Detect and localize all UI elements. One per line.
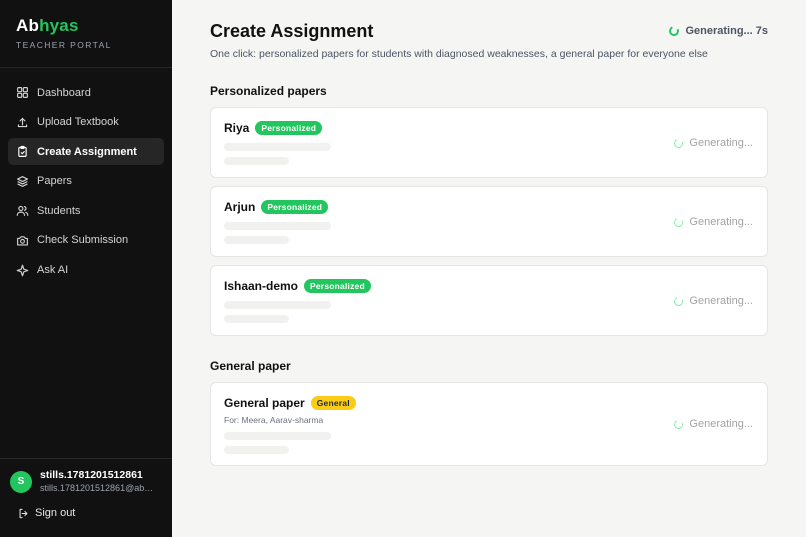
users-icon — [16, 206, 29, 217]
sidebar-item-upload-textbook[interactable]: Upload Textbook — [8, 109, 164, 136]
skeleton-line — [224, 315, 289, 323]
sidebar-item-papers[interactable]: Papers — [8, 168, 164, 195]
sidebar-item-label: Ask AI — [37, 264, 69, 277]
skeleton-line — [224, 157, 289, 165]
sidebar-item-label: Dashboard — [37, 86, 91, 99]
personalized-badge: Personalized — [304, 279, 371, 293]
card-status-text: Generating... — [689, 216, 753, 228]
paper-card-ishaan-demo[interactable]: Ishaan-demo Personalized Generating... — [210, 265, 768, 336]
recipients-text: For: Meera, Aarav-sharma — [224, 415, 324, 425]
upload-icon — [17, 117, 28, 127]
sidebar-item-create-assignment[interactable]: Create Assignment — [8, 138, 164, 166]
clipboard-icon — [18, 146, 27, 158]
card-status: Generating... — [673, 295, 753, 307]
user-email: stills.1781201512861@abhya... — [40, 483, 158, 493]
generation-status: Generating... 7s — [668, 24, 768, 38]
sign-out-label: Sign out — [35, 507, 76, 519]
spinner-icon — [673, 216, 685, 228]
student-name: Arjun — [224, 200, 256, 214]
sparkle-icon — [16, 264, 29, 276]
sidebar-item-label: Upload Textbook — [37, 116, 119, 129]
skeleton-line — [224, 143, 331, 151]
spinner-icon — [673, 295, 685, 307]
sign-out-icon — [19, 508, 28, 518]
paper-card-arjun[interactable]: Arjun Personalized Generating... — [210, 186, 768, 257]
card-status-text: Generating... — [689, 295, 753, 307]
student-name: Riya — [224, 121, 250, 135]
sidebar-item-check-submission[interactable]: Check Submission — [8, 227, 164, 254]
skeleton-line — [224, 236, 289, 244]
spinner-icon — [673, 137, 685, 149]
card-status: Generating... — [673, 137, 753, 149]
skeleton-line — [224, 222, 331, 230]
portal-label: TEACHER PORTAL — [16, 40, 112, 50]
skeleton-line — [224, 432, 331, 440]
avatar: S — [10, 470, 32, 493]
user-profile[interactable]: S stills.1781201512861 stills.1781201512… — [0, 459, 172, 494]
paper-card-general[interactable]: General paper General For: Meera, Aarav-… — [210, 382, 768, 466]
sidebar-item-label: Students — [37, 204, 81, 217]
logo[interactable]: Abhyas — [16, 16, 156, 36]
layers-icon — [17, 175, 28, 187]
sidebar-item-label: Create Assignment — [37, 145, 137, 158]
sign-out-button[interactable]: Sign out — [18, 507, 172, 519]
section-title-general: General paper — [210, 359, 291, 373]
sidebar-footer: S stills.1781201512861 stills.1781201512… — [0, 458, 172, 537]
sidebar-nav: Dashboard Upload Textbook Create Assignm… — [0, 68, 172, 284]
generation-status-text: Generating... 7s — [685, 25, 768, 37]
sidebar-item-dashboard[interactable]: Dashboard — [8, 79, 164, 106]
student-name: Ishaan-demo — [224, 279, 299, 293]
personalized-badge: Personalized — [255, 121, 323, 135]
brand: Abhyas TEACHER PORTAL — [0, 0, 172, 68]
personalized-badge: Personalized — [261, 200, 329, 214]
grid-icon — [17, 87, 28, 98]
sidebar: Abhyas TEACHER PORTAL Dashboard Upload T… — [0, 0, 172, 537]
spinner-icon — [668, 24, 681, 38]
sidebar-item-label: Check Submission — [37, 234, 129, 247]
paper-card-riya[interactable]: Riya Personalized Generating... — [210, 107, 768, 178]
main-content: Create Assignment Generating... 7s One c… — [172, 0, 806, 537]
sidebar-item-students[interactable]: Students — [8, 197, 164, 224]
page-subtitle: One click: personalized papers for stude… — [210, 48, 708, 60]
paper-name: General paper — [224, 396, 305, 410]
user-info: stills.1781201512861 stills.178120151286… — [40, 469, 158, 494]
skeleton-line — [224, 446, 289, 454]
page-title: Create Assignment — [210, 21, 374, 41]
card-status-text: Generating... — [689, 137, 753, 149]
card-status: Generating... — [673, 418, 753, 430]
section-title-personalized: Personalized papers — [210, 84, 327, 98]
spinner-icon — [673, 418, 685, 430]
skeleton-line — [224, 301, 331, 309]
general-badge: General — [310, 396, 356, 410]
sidebar-item-label: Papers — [37, 175, 72, 188]
card-status: Generating... — [673, 216, 753, 228]
sidebar-item-ask-ai[interactable]: Ask AI — [8, 257, 164, 284]
user-name: stills.1781201512861 — [40, 469, 143, 481]
camera-icon — [17, 236, 28, 246]
card-status-text: Generating... — [689, 418, 753, 430]
